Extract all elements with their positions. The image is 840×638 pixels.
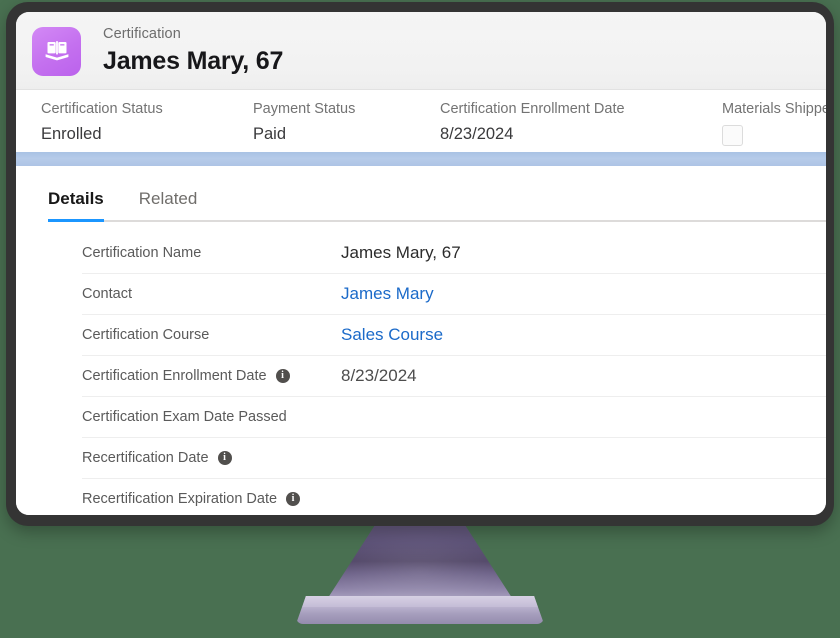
detail-field-label-wrapper: Recertification Expiration Date i	[82, 491, 341, 507]
info-icon[interactable]: i	[275, 369, 290, 383]
materials-shipped-checkbox[interactable]	[722, 125, 743, 146]
detail-field-label: Certification Exam Date Passed	[82, 409, 287, 425]
detail-field-label-wrapper: Certification Enrollment Date i	[82, 368, 341, 384]
highlight-value: Enrolled	[41, 125, 102, 143]
detail-row[interactable]: Certification Enrollment Date i 8/23/202…	[82, 356, 826, 397]
record-title-group: Certification James Mary, 67	[103, 25, 283, 77]
detail-row[interactable]: Certification Course Sales Course	[82, 315, 826, 356]
open-book-icon	[32, 26, 81, 76]
detail-field-label: Certification Name	[82, 245, 202, 261]
details-field-list: Certification Name James Mary, 67 Contac…	[16, 222, 826, 515]
detail-row[interactable]: Recertification Date i	[82, 438, 826, 479]
detail-field-label-wrapper: Recertification Date i	[82, 450, 341, 466]
detail-field-label-wrapper: Certification Name	[82, 245, 341, 261]
detail-field-label: Recertification Date	[82, 450, 209, 466]
record-header: Certification James Mary, 67	[16, 12, 826, 90]
highlight-field-materials-shipped: Materials Shipped	[722, 99, 826, 146]
highlight-label: Materials Shipped	[722, 101, 826, 117]
highlight-field-payment-status: Payment Status Paid	[253, 99, 355, 146]
record-type-label: Certification	[103, 26, 181, 42]
detail-field-value-link[interactable]: James Mary	[341, 282, 434, 306]
detail-field-label: Recertification Expiration Date	[82, 491, 278, 507]
info-icon[interactable]: i	[217, 451, 232, 465]
monitor-stand	[0, 520, 840, 638]
tab-bar: Details Related	[16, 166, 826, 222]
info-icon[interactable]: i	[286, 492, 301, 506]
monitor-bezel: Certification James Mary, 67 Certificati…	[6, 2, 834, 526]
highlight-label: Payment Status	[253, 101, 356, 117]
detail-row[interactable]: Contact James Mary	[82, 274, 826, 315]
detail-row[interactable]: Certification Name James Mary, 67	[82, 233, 826, 274]
monitor-stand-neck	[325, 520, 515, 603]
detail-field-label: Certification Enrollment Date	[82, 368, 267, 384]
detail-field-label-wrapper: Contact	[82, 286, 341, 302]
highlight-field-certification-enrollment-date: Certification Enrollment Date 8/23/2024	[440, 99, 625, 146]
monitor-stand-base-highlight	[302, 596, 538, 607]
screen: Certification James Mary, 67 Certificati…	[16, 12, 826, 515]
detail-row[interactable]: Certification Exam Date Passed	[82, 397, 826, 438]
detail-field-label: Contact	[82, 286, 132, 302]
highlight-field-certification-status: Certification Status Enrolled	[41, 99, 163, 146]
page-title: James Mary, 67	[103, 47, 284, 75]
detail-field-value-link[interactable]: Sales Course	[341, 323, 443, 347]
detail-field-label-wrapper: Certification Course	[82, 327, 341, 343]
tab-related[interactable]: Related	[139, 188, 217, 222]
highlight-value: 8/23/2024	[440, 125, 514, 143]
highlights-panel: Certification Status Enrolled Payment St…	[16, 90, 826, 152]
detail-field-value: 8/23/2024	[341, 366, 417, 385]
tab-details[interactable]: Details	[48, 188, 123, 222]
highlight-label: Certification Enrollment Date	[440, 101, 625, 117]
detail-field-label: Certification Course	[82, 327, 210, 343]
detail-field-value: James Mary, 67	[341, 243, 461, 262]
highlight-value: Paid	[253, 125, 287, 143]
detail-field-label-wrapper: Certification Exam Date Passed	[82, 409, 341, 425]
highlight-label: Certification Status	[41, 101, 163, 117]
detail-row[interactable]: Recertification Expiration Date i	[82, 479, 826, 515]
section-divider-band	[16, 152, 826, 166]
